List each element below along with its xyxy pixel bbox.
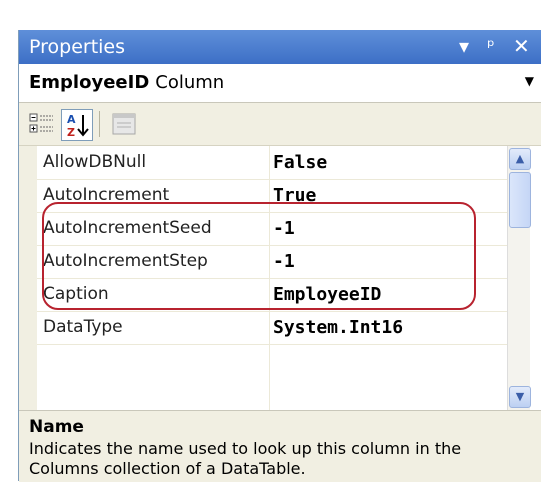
property-value[interactable]: False	[273, 152, 327, 173]
toolbar-separator	[99, 111, 100, 137]
property-pages-icon[interactable]	[109, 109, 139, 139]
panel-title: Properties	[29, 36, 126, 58]
object-selector[interactable]: EmployeeID Column ▼	[19, 64, 541, 103]
properties-title-bar: Properties ▾ ᵖ ✕	[19, 30, 541, 64]
property-value[interactable]: System.Int16	[273, 317, 403, 338]
properties-toolbar: A Z	[19, 103, 541, 146]
property-name: DataType	[43, 317, 123, 337]
scroll-thumb[interactable]	[509, 172, 531, 228]
categorized-icon[interactable]	[27, 109, 57, 139]
window-position-dropdown-icon[interactable]: ▾	[459, 34, 469, 58]
svg-text:A: A	[67, 113, 76, 126]
highlight-annotation	[42, 202, 476, 310]
close-icon[interactable]: ✕	[513, 34, 530, 58]
object-name: EmployeeID	[29, 72, 150, 93]
description-text: Indicates the name used to look up this …	[29, 439, 462, 478]
chevron-down-icon[interactable]: ▼	[525, 74, 534, 88]
property-name: AllowDBNull	[43, 152, 147, 172]
scroll-down-icon[interactable]: ▼	[509, 386, 531, 408]
vertical-scrollbar[interactable]: ▲ ▼	[507, 146, 531, 410]
property-row-datatype[interactable]: DataType System.Int16	[37, 311, 507, 345]
description-title: Name	[29, 417, 84, 437]
property-row-allowdbnull[interactable]: AllowDBNull False	[37, 146, 507, 180]
grid-gutter	[19, 146, 37, 410]
description-pane: Name Indicates the name used to look up …	[19, 410, 541, 482]
svg-text:Z: Z	[67, 126, 75, 139]
alphabetical-icon[interactable]: A Z	[61, 109, 93, 141]
object-kind: Column	[155, 72, 225, 93]
scroll-up-icon[interactable]: ▲	[509, 148, 531, 170]
pin-icon[interactable]: ᵖ	[487, 36, 495, 57]
